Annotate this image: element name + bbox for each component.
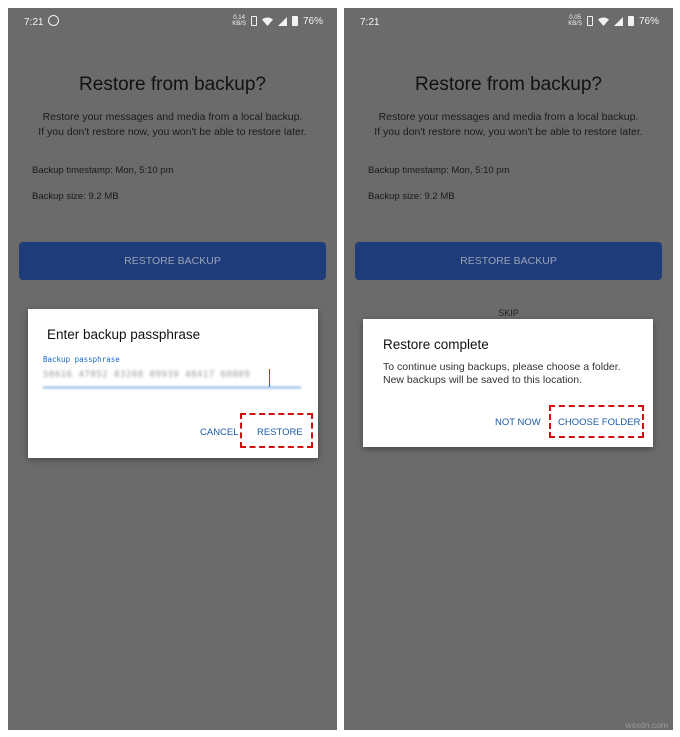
skip-button[interactable]: SKIP [344, 308, 673, 318]
description-line: Restore your messages and media from a l… [42, 111, 303, 123]
page-description: Restore your messages and media from a l… [8, 110, 337, 140]
text-cursor [269, 369, 270, 387]
whatsapp-icon [48, 15, 59, 26]
battery-icon [627, 16, 634, 26]
status-icons: 0.05 KB/S 76% [568, 15, 659, 27]
passphrase-input[interactable]: 50616 47052 83208 09939 48417 60809 [43, 370, 301, 388]
description-line: If you don't restore now, you won't be a… [374, 126, 643, 138]
battery-percent: 76% [302, 15, 323, 27]
dialog-title: Restore complete [383, 337, 489, 352]
phone-screen-restore-complete: 7:21 0.05 KB/S 76% Restore from backup? … [344, 8, 673, 730]
status-time: 7:21 [360, 17, 380, 28]
vibrate-icon [586, 16, 593, 26]
passphrase-field-label: Backup passphrase [43, 355, 120, 364]
network-speed-unit: KB/S [232, 21, 246, 27]
wifi-icon [597, 17, 609, 26]
backup-size: Backup size: 9.2 MB [32, 191, 119, 202]
restore-backup-button[interactable]: RESTORE BACKUP [19, 242, 326, 280]
network-speed: 0.14 KB/S [232, 15, 246, 27]
dialog-message: To continue using backups, please choose… [383, 361, 621, 386]
cancel-button[interactable]: CANCEL [200, 427, 239, 438]
not-now-button[interactable]: NOT NOW [495, 417, 541, 428]
backup-timestamp: Backup timestamp: Mon, 5:10 pm [368, 165, 510, 176]
highlight-box [549, 405, 644, 438]
backup-timestamp: Backup timestamp: Mon, 5:10 pm [32, 165, 174, 176]
status-time: 7:21 [24, 17, 44, 28]
network-speed: 0.05 KB/S [568, 15, 582, 27]
page-title: Restore from backup? [415, 74, 602, 95]
status-bar: 7:21 0.14 KB/S 76% [8, 8, 337, 36]
description-line: Restore your messages and media from a l… [378, 111, 639, 123]
battery-icon [291, 16, 298, 26]
backup-size: Backup size: 9.2 MB [368, 191, 455, 202]
wifi-icon [261, 17, 273, 26]
passphrase-dialog: Enter backup passphrase Backup passphras… [28, 309, 318, 458]
signal-icon [613, 16, 623, 26]
status-icons: 0.14 KB/S 76% [232, 15, 323, 27]
vibrate-icon [250, 16, 257, 26]
signal-icon [277, 16, 287, 26]
phone-screen-passphrase: 7:21 0.14 KB/S 76% Restore from backup? … [8, 8, 337, 730]
page-title: Restore from backup? [79, 74, 266, 95]
network-speed-unit: KB/S [568, 21, 582, 27]
restore-complete-dialog: Restore complete To continue using backu… [363, 319, 653, 447]
watermark: wsxdn.com [625, 720, 668, 730]
status-bar: 7:21 0.05 KB/S 76% [344, 8, 673, 36]
page-description: Restore your messages and media from a l… [344, 110, 673, 140]
highlight-box [240, 413, 313, 448]
description-line: If you don't restore now, you won't be a… [38, 126, 307, 138]
restore-backup-button[interactable]: RESTORE BACKUP [355, 242, 662, 280]
dialog-title: Enter backup passphrase [47, 327, 201, 342]
battery-percent: 76% [638, 15, 659, 27]
